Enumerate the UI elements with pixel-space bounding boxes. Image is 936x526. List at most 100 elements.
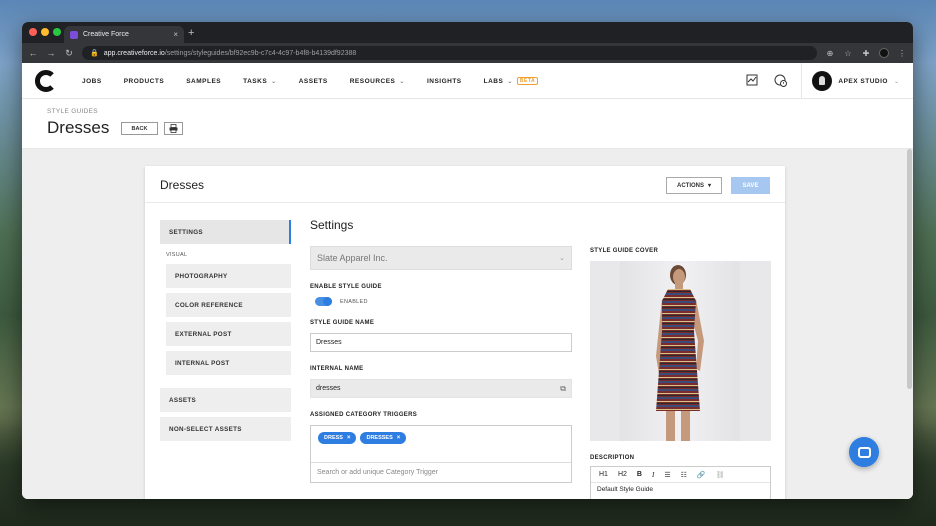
account-circle-icon[interactable]: ⊕	[825, 49, 835, 58]
sidebar-item-photography[interactable]: PHOTOGRAPHY	[166, 264, 291, 288]
category-triggers-box: DRESS × DRESSES × Search or add unique Cat…	[310, 425, 572, 483]
main-nav: JOBS PRODUCTS SAMPLES TASKS ⌄ ASSETS RESO…	[82, 63, 560, 99]
studio-switcher[interactable]: APEX STUDIO ⌄	[802, 71, 913, 91]
enable-toggle-row: ENABLED	[315, 297, 572, 306]
nav-insights[interactable]: INSIGHTS	[427, 78, 462, 85]
chevron-down-icon: ⌄	[271, 78, 277, 85]
extensions-puzzle-icon[interactable]: ✚	[861, 49, 871, 58]
h1-button[interactable]: H1	[599, 471, 608, 478]
bullet-list-icon[interactable]: ☰	[664, 471, 670, 479]
app-header: JOBS PRODUCTS SAMPLES TASKS ⌄ ASSETS RESO…	[22, 63, 913, 99]
internal-name-label: INTERNAL NAME	[310, 366, 364, 372]
sidebar-group-visual: VISUAL	[166, 252, 188, 258]
nav-resources[interactable]: RESOURCES ⌄	[350, 78, 405, 85]
sidebar-item-settings[interactable]: SETTINGS	[160, 220, 291, 244]
activity-chart-icon[interactable]	[745, 74, 759, 88]
sidebar-item-color-reference[interactable]: COLOR REFERENCE	[166, 293, 291, 317]
tag-chip: DRESS ×	[318, 432, 357, 444]
lock-icon: 🔒	[90, 50, 99, 57]
tag-chip: DRESSES ×	[360, 432, 407, 444]
url-host: app.creativeforce.io	[103, 49, 165, 57]
numbered-list-icon[interactable]: ☷	[681, 471, 687, 479]
style-guide-card: Dresses ACTIONS ▾ SAVE SETTINGS VISUAL PH…	[145, 166, 785, 499]
new-tab-button[interactable]: +	[188, 27, 194, 39]
h2-button[interactable]: H2	[618, 471, 627, 478]
nav-labs[interactable]: LABS ⌄ BETA	[484, 77, 539, 85]
name-label: STYLE GUIDE NAME	[310, 320, 375, 326]
bold-button[interactable]: B	[637, 471, 642, 478]
chevron-down-icon: ⌄	[399, 78, 405, 85]
browser-tab[interactable]: Creative Force ×	[64, 26, 184, 43]
actions-dropdown[interactable]: ACTIONS ▾	[666, 177, 722, 194]
nav-jobs[interactable]: JOBS	[82, 78, 102, 85]
browser-menu-icon[interactable]: ⋮	[897, 49, 907, 58]
maximize-window-button[interactable]	[53, 28, 61, 36]
enable-toggle[interactable]	[315, 297, 332, 306]
print-button[interactable]	[164, 122, 183, 135]
minimize-window-button[interactable]	[41, 28, 49, 36]
save-button[interactable]: SAVE	[731, 177, 770, 194]
beta-badge: BETA	[516, 77, 539, 85]
nav-assets[interactable]: ASSETS	[299, 78, 328, 85]
creativeforce-logo-icon[interactable]	[35, 70, 57, 92]
unlink-icon[interactable]: ⛓	[716, 471, 725, 479]
style-guide-name-input[interactable]: Dresses	[310, 333, 572, 352]
sidebar-item-internal-post[interactable]: INTERNAL POST	[166, 351, 291, 375]
internal-name-field: dresses ⧉	[310, 379, 572, 398]
address-bar[interactable]: 🔒 app.creativeforce.io/settings/stylegui…	[82, 46, 817, 60]
chat-icon	[857, 446, 871, 458]
print-icon	[169, 124, 178, 133]
chevron-down-icon: ⌄	[507, 78, 513, 85]
content-area: Dresses ACTIONS ▾ SAVE SETTINGS VISUAL PH…	[22, 149, 913, 499]
back-button[interactable]: BACK	[121, 122, 158, 135]
enabled-text: ENABLED	[340, 298, 368, 305]
editor-toolbar: H1 H2 B I ☰ ☷ 🔗 ⛓	[591, 467, 770, 483]
client-select: Slate Apparel Inc. ⌄	[310, 246, 572, 270]
close-window-button[interactable]	[29, 28, 37, 36]
header-right: APEX STUDIO ⌄	[745, 63, 913, 99]
link-icon[interactable]: 🔗	[697, 471, 706, 479]
reload-icon[interactable]: ↻	[64, 48, 74, 59]
remove-tag-icon[interactable]: ×	[397, 435, 401, 441]
card-header: Dresses ACTIONS ▾ SAVE	[145, 166, 785, 203]
right-column: STYLE GUIDE COVER DESCRIPTION H1 H2 B I …	[590, 220, 771, 499]
cover-image[interactable]	[590, 261, 771, 441]
tab-title: Creative Force	[83, 31, 129, 38]
profile-avatar[interactable]	[879, 48, 889, 58]
page-title: Dresses	[47, 118, 110, 137]
chevron-down-icon: ⌄	[893, 78, 899, 85]
browser-tabbar: Creative Force × +	[22, 22, 913, 43]
nav-products[interactable]: PRODUCTS	[124, 78, 164, 85]
description-label: DESCRIPTION	[590, 455, 635, 461]
studio-name: APEX STUDIO	[838, 77, 888, 85]
bookmark-star-icon[interactable]: ☆	[843, 49, 853, 58]
cover-label: STYLE GUIDE COVER	[590, 248, 659, 254]
browser-toolbar: ← → ↻ 🔒 app.creativeforce.io/settings/st…	[22, 43, 913, 63]
description-text: Default Style Guide	[597, 486, 654, 493]
settings-sidebar: SETTINGS VISUAL PHOTOGRAPHY COLOR REFERE…	[160, 220, 291, 446]
caret-down-icon: ▾	[707, 183, 711, 189]
globe-clock-icon[interactable]	[773, 74, 787, 88]
copy-icon[interactable]: ⧉	[560, 384, 566, 394]
chevron-down-icon: ⌄	[559, 255, 565, 262]
breadcrumb[interactable]: STYLE GUIDES	[47, 108, 98, 115]
nav-tasks[interactable]: TASKS ⌄	[243, 78, 277, 85]
sidebar-item-external-post[interactable]: EXTERNAL POST	[166, 322, 291, 346]
description-editor[interactable]: H1 H2 B I ☰ ☷ 🔗 ⛓ Default Style Guide	[590, 466, 771, 499]
chat-launcher-button[interactable]	[849, 437, 879, 467]
enable-label: ENABLE STYLE GUIDE	[310, 284, 382, 290]
back-arrow-icon[interactable]: ←	[28, 48, 38, 58]
page-scrollbar[interactable]	[907, 149, 912, 389]
sidebar-item-assets[interactable]: ASSETS	[160, 388, 291, 412]
category-trigger-input[interactable]: Search or add unique Category Trigger	[311, 462, 571, 482]
tab-close-icon[interactable]: ×	[173, 30, 178, 39]
forward-arrow-icon[interactable]: →	[46, 48, 56, 58]
italic-button[interactable]: I	[652, 471, 654, 479]
card-title: Dresses	[160, 178, 205, 192]
sidebar-item-non-select-assets[interactable]: NON-SELECT ASSETS	[160, 417, 291, 441]
remove-tag-icon[interactable]: ×	[347, 435, 351, 441]
triggers-label: ASSIGNED CATEGORY TRIGGERS	[310, 412, 418, 418]
settings-form: Settings Slate Apparel Inc. ⌄ ENABLE STYL…	[310, 218, 572, 483]
creativeforce-favicon-icon	[70, 30, 78, 39]
nav-samples[interactable]: SAMPLES	[186, 78, 221, 85]
